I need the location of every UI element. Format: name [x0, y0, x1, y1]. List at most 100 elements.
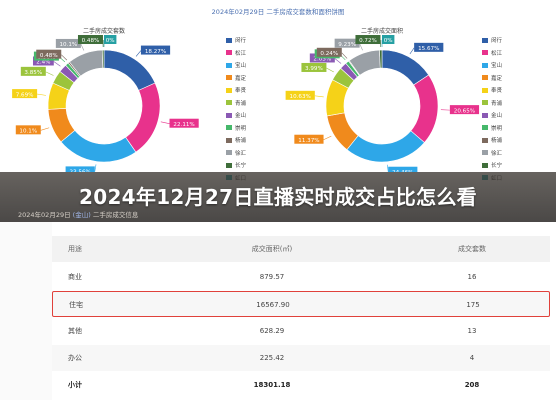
slice-label-text-1: 20.65% — [454, 108, 475, 114]
leader-line-9 — [359, 43, 363, 51]
leader-line-4 — [314, 95, 324, 98]
legend-item[interactable]: 杨浦 — [482, 134, 502, 147]
slice-label-0: 18.27% — [140, 45, 171, 55]
legend-swatch — [226, 162, 232, 168]
donut-chart-area: 15.67%20.65%24.46%11.37%10.63%3.99%2.05%… — [285, 35, 480, 172]
leader-line-5 — [326, 67, 334, 73]
legend-swatch — [482, 150, 488, 156]
legend-item[interactable]: 奉贤 — [482, 84, 502, 97]
transactions-table: 用途 成交面积(㎡) 成交套数 商业 879.57 16 住宅 16567.90… — [0, 222, 556, 400]
cell-count: 16 — [467, 273, 477, 281]
legend-item[interactable]: 松江 — [482, 47, 502, 60]
legend-swatch — [482, 162, 488, 168]
legend-swatch — [226, 50, 232, 56]
legend-swatch — [226, 75, 232, 81]
donut-slice-1[interactable] — [410, 74, 439, 143]
legend-item[interactable]: 杨浦 — [226, 134, 246, 147]
leader-line-0 — [409, 47, 415, 55]
donut-slice-0[interactable] — [103, 49, 156, 91]
legend-item[interactable]: 金山 — [226, 109, 246, 122]
slice-label-text-3: 10.1% — [19, 129, 37, 135]
legend-item[interactable]: 松江 — [226, 47, 246, 60]
donut-slice-1[interactable] — [125, 82, 161, 153]
header-count: 成交套数 — [458, 245, 486, 253]
chart-area: 二手房成交面积 15.67%20.65%24.46%11.37%10.63%3.… — [282, 26, 552, 182]
leader-line-4 — [37, 93, 47, 96]
leader-line-6 — [334, 58, 342, 64]
leader-line-5 — [45, 71, 54, 76]
legend-item[interactable]: 嘉定 — [226, 72, 246, 85]
slice-label-text-11: 0% — [384, 38, 393, 44]
legend-swatch — [226, 125, 232, 131]
legend-item[interactable]: 金山 — [482, 109, 502, 122]
leader-line-6 — [53, 61, 61, 67]
slice-label-4: 7.69% — [12, 89, 38, 98]
slice-label-10: 0.72% — [355, 35, 381, 44]
cell-use: 其他 — [68, 327, 82, 335]
legend-item[interactable]: 宝山 — [482, 59, 502, 72]
legend-label: 嘉定 — [491, 75, 503, 82]
legend-swatch — [226, 137, 232, 143]
cell-area: 225.42 — [259, 354, 285, 362]
legend-label: 长宁 — [491, 163, 503, 170]
legend-item[interactable]: 嘉定 — [482, 72, 502, 85]
slice-label-11: 0% — [382, 35, 395, 44]
legend-item[interactable]: 青浦 — [482, 97, 502, 110]
chart-legend: 闵行松江宝山嘉定奉贤青浦金山崇明杨浦徐汇长宁虹口 — [226, 34, 246, 184]
donut-slice-2[interactable] — [346, 130, 425, 163]
legend-item[interactable]: 宝山 — [226, 59, 246, 72]
slice-label-text-3: 11.37% — [298, 138, 319, 144]
table-left-margin — [0, 222, 52, 400]
legend-swatch — [482, 75, 488, 81]
donut-chart-units: 18.27%22.11%23.56%10.1%7.69%3.85%2.4%0.9… — [12, 35, 199, 172]
slice-label-10: 0.48% — [77, 35, 103, 44]
legend-item[interactable]: 长宁 — [482, 159, 502, 172]
legend-item[interactable]: 闵行 — [226, 34, 246, 47]
donut-slice-10[interactable] — [102, 49, 105, 69]
legend-item[interactable]: 崇明 — [226, 122, 246, 135]
legend-item[interactable]: 闵行 — [482, 34, 502, 47]
cell-area: 879.57 — [259, 273, 285, 281]
legend-item[interactable]: 长宁 — [226, 159, 246, 172]
legend-item[interactable]: 青浦 — [226, 97, 246, 110]
header-use: 用途 — [68, 245, 82, 253]
slice-label-1: 20.65% — [449, 105, 480, 114]
legend-item[interactable]: 徐汇 — [482, 147, 502, 160]
slice-label-3: 11.37% — [294, 134, 324, 144]
leader-line-8 — [341, 52, 348, 59]
legend-swatch — [226, 87, 232, 93]
legend-label: 徐汇 — [491, 150, 503, 157]
slice-label-text-1: 22.11% — [173, 122, 194, 128]
slice-label-1: 22.11% — [169, 118, 199, 128]
leader-line-9 — [80, 43, 85, 51]
legend-label: 崇明 — [491, 125, 503, 132]
cell-use: 小计 — [68, 381, 82, 389]
donut-slice-2[interactable] — [60, 129, 137, 163]
slice-label-text-9: 9.23% — [338, 42, 356, 48]
page-title: 2024年02月29日 二手房成交套数和面积饼图 — [211, 8, 345, 16]
cell-use: 商业 — [68, 273, 82, 281]
table-header-row: 用途 成交面积(㎡) 成交套数 — [52, 236, 550, 262]
legend-label: 宝山 — [491, 63, 503, 70]
legend-item[interactable]: 崇明 — [482, 122, 502, 135]
legend-item[interactable]: 徐汇 — [226, 147, 246, 160]
banner-title: 2024年12月27日直播实时成交占比怎么看 — [79, 185, 477, 209]
slice-label-text-10: 0.48% — [82, 38, 100, 44]
legend-item[interactable]: 奉贤 — [226, 84, 246, 97]
legend-swatch — [482, 62, 488, 68]
legend-swatch — [226, 100, 232, 106]
cell-area: 16567.90 — [256, 301, 290, 309]
cell-use: 住宅 — [69, 301, 83, 309]
slice-label-8: 0.24% — [316, 47, 342, 57]
slice-label-text-11: 0% — [106, 38, 115, 44]
legend-label: 青浦 — [491, 100, 503, 107]
legend-swatch — [482, 137, 488, 143]
legend-label: 徐汇 — [235, 150, 247, 157]
cell-area: 18301.18 — [253, 381, 291, 389]
table-row-highlighted: 住宅 16567.90 175 — [52, 291, 550, 317]
leader-line-0 — [135, 50, 142, 57]
slice-label-text-4: 7.69% — [16, 92, 34, 98]
legend-swatch — [482, 37, 488, 43]
legend-swatch — [226, 112, 232, 118]
slice-label-text-4: 10.63% — [290, 94, 311, 100]
